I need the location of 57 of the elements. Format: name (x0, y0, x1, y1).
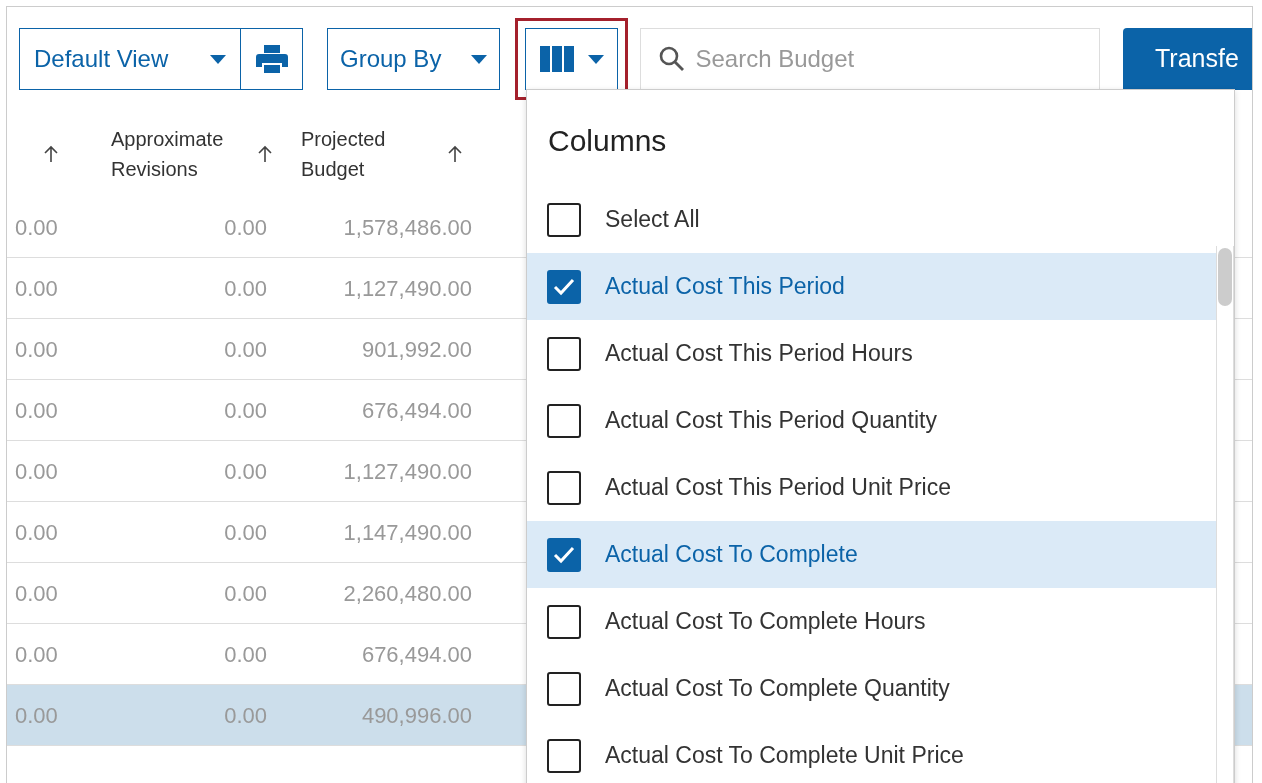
table-cell-text: 0.00 (14, 701, 59, 730)
table-cell-text: 1,147,490.00 (342, 518, 472, 547)
checkbox[interactable] (547, 336, 581, 371)
sort-arrow-icon[interactable] (257, 145, 273, 163)
table-cell-text: 0.00 (14, 518, 59, 547)
search-field[interactable]: Search Budget (640, 28, 1100, 90)
search-icon (659, 46, 686, 72)
table-cell-text: 676,494.00 (360, 396, 472, 425)
table-cell-text: 0.00 (14, 213, 59, 242)
table-cell-text: 0.00 (14, 274, 59, 303)
table-cell-text: 0.00 (223, 396, 267, 425)
caret-icon (210, 54, 226, 64)
caret-icon (587, 54, 604, 64)
table-cell-text: 0.00 (223, 579, 267, 608)
checkbox[interactable] (547, 470, 581, 505)
table-cell-text: 676,494.00 (360, 640, 472, 669)
table-cell-text: 0.00 (14, 579, 59, 608)
table-cell-text: 1,578,486.00 (342, 213, 472, 242)
columns-dropdown-button[interactable] (525, 28, 619, 90)
table-cell-text: 1,127,490.00 (342, 457, 472, 486)
table-cell-text: 0.00 (223, 213, 267, 242)
sort-arrow-icon[interactable] (43, 145, 59, 163)
checkbox[interactable] (547, 671, 581, 706)
dropdown-title: Columns (547, 123, 668, 159)
sort-arrow-icon[interactable] (447, 145, 463, 163)
checkmark-icon (553, 277, 575, 296)
table-cell-text: 0.00 (223, 640, 267, 669)
table-cell-text: 0.00 (14, 396, 59, 425)
table-cell-text: 0.00 (14, 457, 59, 486)
table-cell-text: 0.00 (223, 518, 267, 547)
table-cell-text: 901,992.00 (360, 335, 472, 364)
columns-icon (539, 46, 574, 72)
checkbox[interactable] (547, 537, 581, 572)
column-header: Approximate Revisions (111, 127, 225, 182)
table-cell-text: 0.00 (14, 640, 59, 669)
table-cell-text: 0.00 (223, 335, 267, 364)
search-input[interactable]: Search Budget (695, 41, 1081, 77)
caret-icon (471, 54, 488, 64)
column-option[interactable]: Actual Cost To Complete (527, 521, 1216, 588)
checkbox[interactable] (547, 202, 581, 237)
table-cell-text: 2,260,480.00 (342, 579, 472, 608)
checkbox[interactable] (547, 403, 581, 438)
table-cell-text: 490,996.00 (360, 701, 472, 730)
checkbox[interactable] (547, 604, 581, 639)
printer-icon (255, 44, 288, 74)
checkmark-icon (553, 545, 575, 564)
group-by-dropdown-button[interactable]: Group By (327, 28, 501, 90)
table-cell-text: 1,127,490.00 (342, 274, 472, 303)
checkbox[interactable] (547, 738, 581, 773)
checkbox[interactable] (547, 269, 581, 304)
column-option[interactable]: Actual Cost This Period (527, 253, 1216, 320)
table-cell-text: 0.00 (223, 274, 267, 303)
table-cell-text: 0.00 (14, 335, 59, 364)
transfer-button[interactable]: Transfe (1123, 28, 1252, 90)
column-header: Projected Budget (301, 127, 387, 182)
table-cell-text: 0.00 (223, 701, 267, 730)
table-cell-text: 0.00 (223, 457, 267, 486)
